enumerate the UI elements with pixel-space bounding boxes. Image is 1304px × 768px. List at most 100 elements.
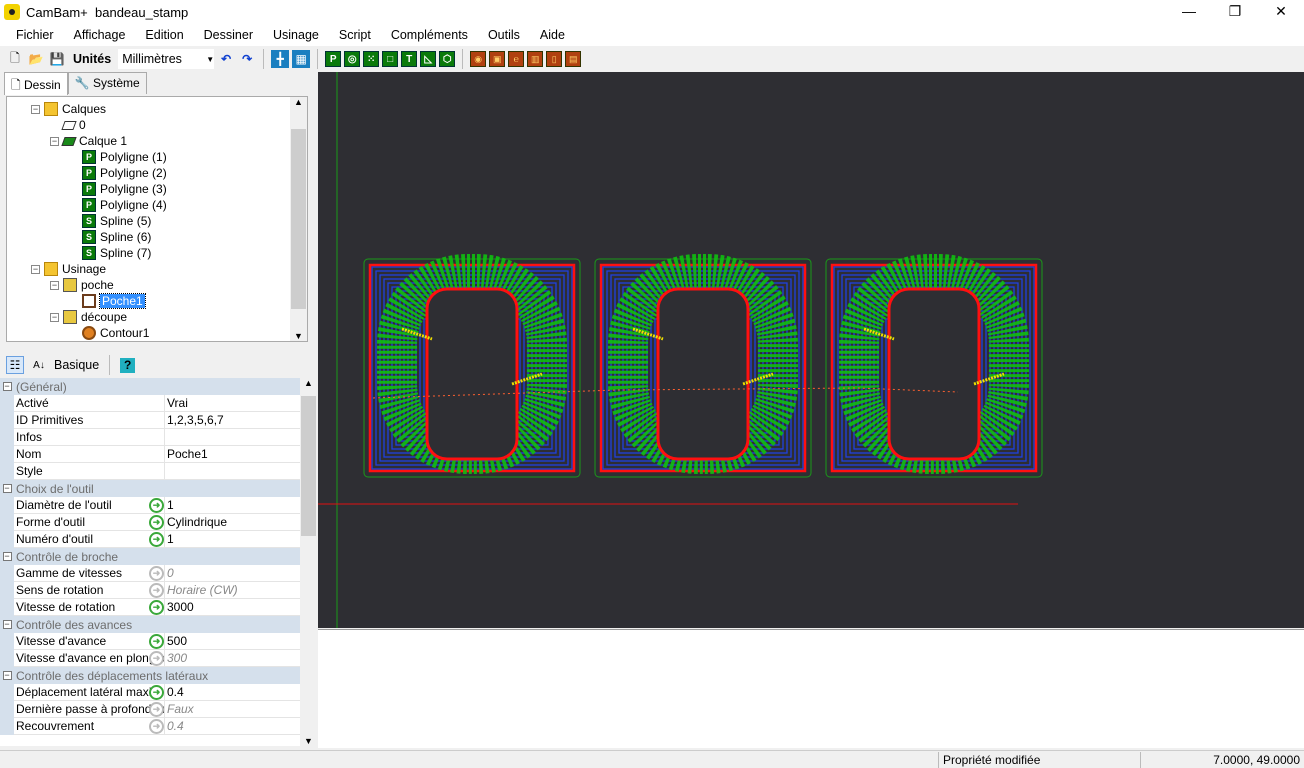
property-row[interactable]: Déplacement latéral maxi ➜ 0.4 xyxy=(0,683,300,701)
property-value[interactable]: 1 xyxy=(164,496,300,514)
circle-icon[interactable]: ◎ xyxy=(344,51,361,67)
inherit-arrow-icon[interactable]: ➜ xyxy=(149,701,164,717)
polyline-icon[interactable]: P xyxy=(325,51,342,67)
points-icon[interactable]: ⁙ xyxy=(363,51,380,67)
inherit-arrow-icon[interactable]: ➜ xyxy=(149,531,164,547)
redo-icon[interactable]: ↷ xyxy=(238,50,256,68)
inherit-arrow-icon[interactable]: ➜ xyxy=(149,565,164,581)
lathe-icon[interactable]: ▯ xyxy=(546,51,563,67)
property-value[interactable] xyxy=(164,428,300,446)
menu-script[interactable]: Script xyxy=(329,28,381,42)
categorized-view-button[interactable]: ☷ xyxy=(6,356,24,374)
property-value[interactable]: 1,2,3,5,6,7 xyxy=(164,411,300,429)
collapse-toggle[interactable]: − xyxy=(2,671,12,680)
tree-node[interactable]: Contour1 xyxy=(69,325,149,341)
property-scrollbar[interactable]: ▲ ▼ xyxy=(300,378,317,746)
menu-usinage[interactable]: Usinage xyxy=(263,28,329,42)
save-icon[interactable]: 💾 xyxy=(48,50,66,68)
property-value[interactable]: Horaire (CW) xyxy=(164,581,300,599)
menu-affichage[interactable]: Affichage xyxy=(64,28,136,42)
property-row[interactable]: Numéro d'outil ➜ 1 xyxy=(0,530,300,548)
rectangle-icon[interactable]: □ xyxy=(382,51,399,67)
inherit-arrow-icon[interactable]: ➜ xyxy=(149,599,164,615)
tree-node[interactable]: − Calque 1 xyxy=(50,133,127,149)
collapse-toggle[interactable]: − xyxy=(31,264,40,274)
tree-node[interactable]: − Calques xyxy=(31,101,106,117)
property-row[interactable]: Activé Vrai xyxy=(0,394,300,412)
property-value[interactable]: 300 xyxy=(164,649,300,667)
units-select[interactable]: Millimètres ▼ xyxy=(118,49,215,69)
help-icon[interactable]: ? xyxy=(120,357,136,373)
collapse-toggle[interactable]: − xyxy=(2,552,12,561)
minimize-button[interactable]: — xyxy=(1166,0,1212,24)
property-row[interactable]: Sens de rotation ➜ Horaire (CW) xyxy=(0,581,300,599)
inherit-arrow-icon[interactable]: ➜ xyxy=(149,582,164,598)
3d-surface-icon[interactable]: ⬡ xyxy=(439,51,456,67)
tree-node[interactable]: S Spline (5) xyxy=(69,213,151,229)
inherit-arrow-icon[interactable]: ➜ xyxy=(149,650,164,666)
property-value[interactable]: 1 xyxy=(164,530,300,548)
arc-icon[interactable]: ◺ xyxy=(420,51,437,67)
menu-complements[interactable]: Compléments xyxy=(381,28,478,42)
property-row[interactable]: ID Primitives 1,2,3,5,6,7 xyxy=(0,411,300,429)
engrave-icon[interactable]: ℮ xyxy=(508,51,525,67)
tree-node[interactable]: P Polyligne (3) xyxy=(69,181,167,197)
property-row[interactable]: Nom Poche1 xyxy=(0,445,300,463)
property-category[interactable]: − Contrôle des déplacements latéraux xyxy=(0,667,300,684)
property-row[interactable]: Vitesse d'avance ➜ 500 xyxy=(0,632,300,650)
menu-fichier[interactable]: Fichier xyxy=(6,28,64,42)
menu-aide[interactable]: Aide xyxy=(530,28,575,42)
property-row[interactable]: Dernière passe à profondeur ➜ Faux xyxy=(0,700,300,718)
collapse-toggle[interactable]: − xyxy=(50,136,59,146)
property-value[interactable]: 0.4 xyxy=(164,717,300,735)
inherit-arrow-icon[interactable]: ➜ xyxy=(149,633,164,649)
tree-node[interactable]: P Polyligne (2) xyxy=(69,165,167,181)
collapse-toggle[interactable]: − xyxy=(2,484,12,493)
property-value[interactable]: Poche1 xyxy=(164,445,300,463)
collapse-toggle[interactable]: − xyxy=(2,620,12,629)
message-console[interactable] xyxy=(318,629,1304,748)
drill-icon[interactable]: ▥ xyxy=(527,51,544,67)
tree-node[interactable]: S Spline (7) xyxy=(69,245,151,261)
tree-node[interactable]: 0 xyxy=(50,117,86,133)
property-value[interactable]: 0 xyxy=(164,564,300,582)
property-category[interactable]: − (Général) xyxy=(0,378,300,395)
profile-icon[interactable]: ◉ xyxy=(470,51,487,67)
menu-outils[interactable]: Outils xyxy=(478,28,530,42)
tree-scrollbar[interactable]: ▲ ▼ xyxy=(290,97,307,341)
property-row[interactable]: Vitesse d'avance en plongée ➜ 300 xyxy=(0,649,300,667)
gcode-icon[interactable]: ▤ xyxy=(565,51,582,67)
collapse-toggle[interactable]: − xyxy=(2,382,12,391)
sort-alpha-button[interactable]: A↓ xyxy=(30,356,48,374)
collapse-toggle[interactable]: − xyxy=(50,280,59,290)
mode-basic-button[interactable]: Basique xyxy=(54,358,99,372)
property-category[interactable]: − Choix de l'outil xyxy=(0,480,300,497)
property-value[interactable]: Cylindrique xyxy=(164,513,300,531)
property-category[interactable]: − Contrôle des avances xyxy=(0,616,300,633)
new-file-icon[interactable]: 🗋 xyxy=(6,50,24,68)
inherit-arrow-icon[interactable]: ➜ xyxy=(149,497,164,513)
property-value[interactable] xyxy=(164,462,300,480)
property-row[interactable]: Style xyxy=(0,462,300,480)
property-value[interactable]: 0.4 xyxy=(164,683,300,701)
property-row[interactable]: Recouvrement ➜ 0.4 xyxy=(0,717,300,735)
property-row[interactable]: Gamme de vitesses ➜ 0 xyxy=(0,564,300,582)
open-folder-icon[interactable]: 📂 xyxy=(27,50,45,68)
tree-node[interactable]: − poche xyxy=(50,277,114,293)
property-row[interactable]: Infos xyxy=(0,428,300,446)
undo-icon[interactable]: ↶ xyxy=(217,50,235,68)
inherit-arrow-icon[interactable]: ➜ xyxy=(149,514,164,530)
menu-dessiner[interactable]: Dessiner xyxy=(194,28,263,42)
property-value[interactable]: Vrai xyxy=(164,394,300,412)
tree-node[interactable]: P Polyligne (1) xyxy=(69,149,167,165)
tree-node[interactable]: S Spline (6) xyxy=(69,229,151,245)
toolpath-view[interactable] xyxy=(318,72,1304,628)
collapse-toggle[interactable]: − xyxy=(31,104,40,114)
tree-node[interactable]: − découpe xyxy=(50,309,127,325)
tree-node[interactable]: − Usinage xyxy=(31,261,106,277)
tab-systeme[interactable]: 🔧 Système xyxy=(67,72,147,94)
property-row[interactable]: Forme d'outil ➜ Cylindrique xyxy=(0,513,300,531)
property-category[interactable]: − Contrôle de broche xyxy=(0,548,300,565)
property-row[interactable]: Vitesse de rotation ➜ 3000 xyxy=(0,598,300,616)
menu-edition[interactable]: Edition xyxy=(135,28,193,42)
